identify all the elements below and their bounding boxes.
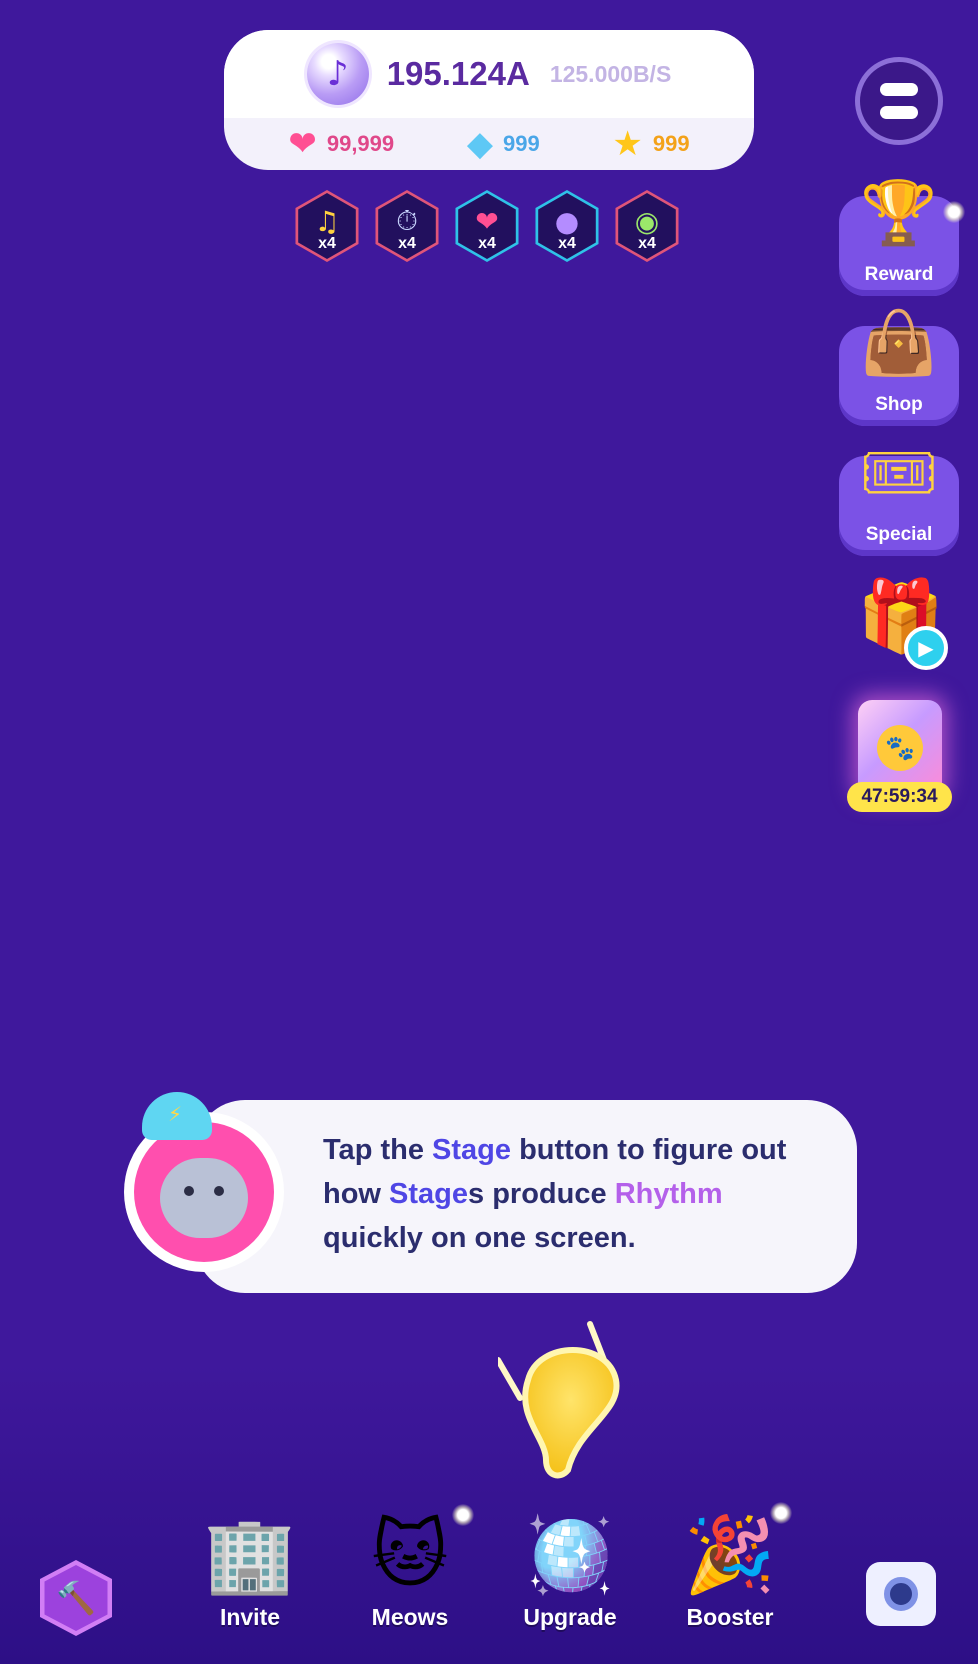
boost-multiplier: x4 xyxy=(478,235,496,252)
shopping-bag-icon: 👜 xyxy=(860,306,938,379)
pointing-paw-icon xyxy=(498,1321,620,1479)
hammer-icon: 🔨 xyxy=(44,1565,108,1631)
currency-row: ❤ 99,999 ◆ 999 ★ 999 xyxy=(224,118,754,170)
camera-button[interactable] xyxy=(866,1562,936,1626)
party-popper-icon: 🎉 xyxy=(683,1512,777,1598)
nav-invite-label: Invite xyxy=(219,1604,281,1630)
play-icon: ▶ xyxy=(904,626,948,670)
gems-value: 999 xyxy=(503,131,540,156)
stages-highlight: Stage xyxy=(389,1178,469,1210)
active-boosts: ♫ x4 ⏱ x4 ❤ x4 ● x4 ◉ x4 xyxy=(292,190,682,262)
bottom-gradient xyxy=(0,1364,978,1664)
sparkle-icon xyxy=(943,201,965,223)
camera-icon xyxy=(884,1577,918,1611)
resource-panel: ♪ 195.124A 125.000B/S ❤ 99,999 ◆ 999 ★ 9… xyxy=(224,30,754,170)
boost-multiplier: x4 xyxy=(398,235,416,252)
special-button[interactable]: 🎟 Special xyxy=(839,442,959,556)
hearts-counter[interactable]: ❤ 99,999 xyxy=(288,127,394,161)
tutorial-text-part: Tap the xyxy=(323,1134,433,1166)
tutorial-text-part: quickly on one screen. xyxy=(323,1222,636,1254)
ticket-note-icon: ♫ xyxy=(314,204,340,238)
boost-multiplier: x4 xyxy=(638,235,656,252)
tutorial-text: Tap the Stage button to figure out how S… xyxy=(323,1128,817,1260)
tutorial-bubble[interactable]: Tap the Stage button to figure out how S… xyxy=(195,1100,857,1293)
nav-invite[interactable]: 🏢 Invite xyxy=(185,1500,315,1650)
stage-highlight: Stage xyxy=(432,1134,512,1166)
music-note-orb-icon: ♪ xyxy=(306,43,369,105)
nav-upgrade-label: Upgrade xyxy=(523,1604,617,1630)
stars-counter[interactable]: ★ 999 xyxy=(612,127,689,161)
guide-cat-avatar: ⚡ xyxy=(124,1092,284,1280)
tutorial-text-part: s produce xyxy=(468,1178,615,1210)
nav-meows-label: Meows xyxy=(371,1604,449,1630)
reward-button[interactable]: 🏆 Reward xyxy=(839,182,959,296)
star-icon: ★ xyxy=(612,124,643,164)
nav-booster-label: Booster xyxy=(686,1604,774,1630)
lightning-icon: ⚡ xyxy=(168,1102,183,1126)
boost-disco[interactable]: ◉ x4 xyxy=(615,190,679,262)
gems-counter[interactable]: ◆ 999 xyxy=(467,127,540,161)
gem-icon: ◆ xyxy=(466,124,493,164)
trophy-icon: 🏆 xyxy=(860,176,938,249)
boost-stopwatch[interactable]: ⏱ x4 xyxy=(375,190,439,262)
video-gift-button[interactable]: 🎁 ▶ xyxy=(856,575,948,670)
rhythm-rate: 125.000B/S xyxy=(549,60,672,87)
heart-icon: ❤ xyxy=(288,124,317,164)
disco-note-icon: ◉ xyxy=(634,204,660,238)
rhythm-highlight: Rhythm xyxy=(614,1178,723,1210)
heart-up-icon: ❤ xyxy=(475,204,499,238)
special-label: Special xyxy=(865,524,933,545)
menu-button[interactable] xyxy=(855,57,943,145)
boost-ticket[interactable]: ♫ x4 xyxy=(295,190,359,262)
shop-label: Shop xyxy=(875,394,923,415)
stopwatch-note-icon: ⏱ xyxy=(396,204,418,237)
cat-ticket-icon: 🎟 xyxy=(859,436,939,509)
nav-meows[interactable]: 🐱 Meows xyxy=(345,1500,475,1650)
boost-orb[interactable]: ● x4 xyxy=(535,190,599,262)
rhythm-value: 195.124A xyxy=(386,55,530,92)
nav-upgrade[interactable]: 🪩 Upgrade xyxy=(505,1500,635,1650)
shop-button[interactable]: 👜 Shop xyxy=(839,312,959,426)
hearts-value: 99,999 xyxy=(326,131,395,156)
boost-multiplier: x4 xyxy=(558,235,576,252)
pack-timer: 47:59:34 xyxy=(847,782,952,812)
menu-bar-icon xyxy=(880,106,918,119)
menu-bar-icon xyxy=(880,83,918,96)
rhythm-row: ♪ 195.124A 125.000B/S xyxy=(224,30,754,118)
nav-booster[interactable]: 🎉 Booster xyxy=(665,1500,795,1650)
disco-ball-icon: 🪩 xyxy=(523,1512,617,1598)
cats-in-box-icon: 🐱 xyxy=(371,1512,449,1598)
building-icon: 🏢 xyxy=(203,1512,297,1598)
orb-up-icon: ● xyxy=(554,204,580,238)
boost-multiplier: x4 xyxy=(318,235,336,252)
stars-value: 999 xyxy=(652,131,690,156)
boost-heart[interactable]: ❤ x4 xyxy=(455,190,519,262)
paw-icon: 🐾 xyxy=(877,725,923,771)
reward-label: Reward xyxy=(864,264,934,285)
